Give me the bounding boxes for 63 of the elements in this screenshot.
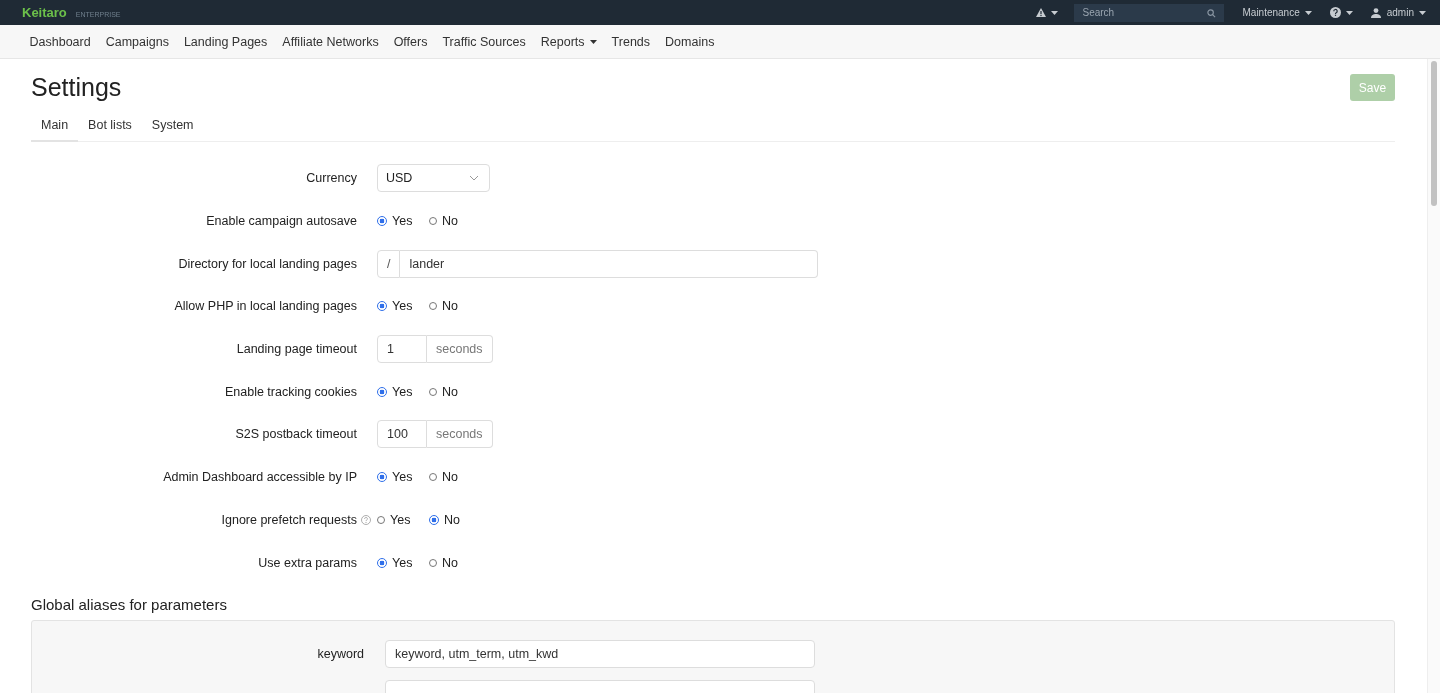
help-icon <box>361 514 371 525</box>
user-icon <box>1370 7 1381 18</box>
field-label: keyword <box>316 646 364 661</box>
nav-link[interactable]: Traffic Sources <box>434 34 534 49</box>
currency-select[interactable]: USD <box>377 164 490 193</box>
field-label: Directory for local landing pages <box>178 256 357 271</box>
input-field[interactable]: keyword, utm_term, utm_kwd <box>385 639 815 668</box>
field-label: Admin Dashboard accessible by IP <box>163 470 357 485</box>
caret-icon <box>1419 10 1426 15</box>
nav-link[interactable]: Campaigns <box>98 34 177 49</box>
radio-option[interactable]: No <box>429 299 467 314</box>
nav-dropdown[interactable]: Reports <box>533 34 605 49</box>
field-label: Allow PHP in local landing pages <box>174 299 357 314</box>
radio-option[interactable]: Yes <box>377 384 415 399</box>
scroll-thumb[interactable] <box>1431 61 1437 206</box>
warning-icon <box>1036 8 1047 17</box>
field-label: Currency <box>306 171 357 186</box>
nav-link[interactable]: Dashboard <box>22 34 99 49</box>
field-label: S2S postback timeout <box>235 427 357 442</box>
maintenance-menu[interactable]: Maintenance <box>1238 7 1314 18</box>
radio-option[interactable]: No <box>429 470 467 485</box>
radio-option[interactable]: Yes <box>377 555 415 570</box>
nav-link[interactable]: Landing Pages <box>176 34 275 49</box>
caret-icon <box>1304 10 1312 15</box>
input-field[interactable]: lander <box>400 249 818 278</box>
radio-option[interactable]: Yes <box>377 470 415 485</box>
chevron-icon <box>469 175 479 182</box>
radio-option[interactable]: No <box>429 384 467 399</box>
field-label: Ignore prefetch requests <box>221 512 357 527</box>
tab[interactable]: Bot lists <box>78 111 142 142</box>
user-menu[interactable]: admin <box>1368 7 1428 18</box>
nav-link[interactable]: Offers <box>386 34 435 49</box>
caret-icon <box>1051 10 1059 15</box>
tab[interactable]: System <box>141 111 204 142</box>
page-title: Settings <box>31 73 122 102</box>
radio-option[interactable]: Yes <box>377 299 415 314</box>
nav-link[interactable]: Affiliate Networks <box>274 34 387 49</box>
field-label: Landing page timeout <box>236 342 357 357</box>
help-menu[interactable] <box>1327 7 1355 18</box>
search-field[interactable]: Search <box>1074 3 1225 22</box>
field-label: Use extra params <box>258 555 357 570</box>
nav-link[interactable]: Trends <box>604 34 658 49</box>
radio-option[interactable]: Yes <box>377 512 415 527</box>
caret-icon <box>589 39 597 44</box>
input-field[interactable]: 1 <box>377 335 427 364</box>
radio-option[interactable]: Yes <box>377 214 415 229</box>
radio-option[interactable]: No <box>429 555 467 570</box>
radio-option[interactable]: No <box>429 214 467 229</box>
input-suffix: seconds <box>427 335 493 364</box>
nav-link[interactable]: Domains <box>657 34 722 49</box>
input-suffix: seconds <box>427 420 493 449</box>
field-label: Enable campaign autosave <box>206 214 357 229</box>
caret-icon <box>1345 10 1353 15</box>
alert-menu[interactable] <box>1034 8 1061 17</box>
brand-logo[interactable]: Keitaro <box>22 5 67 20</box>
radio-option[interactable]: No <box>429 512 467 527</box>
scrollbar[interactable] <box>1427 59 1440 693</box>
help-icon <box>1329 7 1341 18</box>
input-field[interactable]: 100 <box>377 420 427 449</box>
tab[interactable]: Main <box>31 111 79 142</box>
field-label: Enable tracking cookies <box>224 384 357 399</box>
section-title: Global aliases for parameters <box>31 595 228 613</box>
search-icon <box>1207 8 1217 18</box>
